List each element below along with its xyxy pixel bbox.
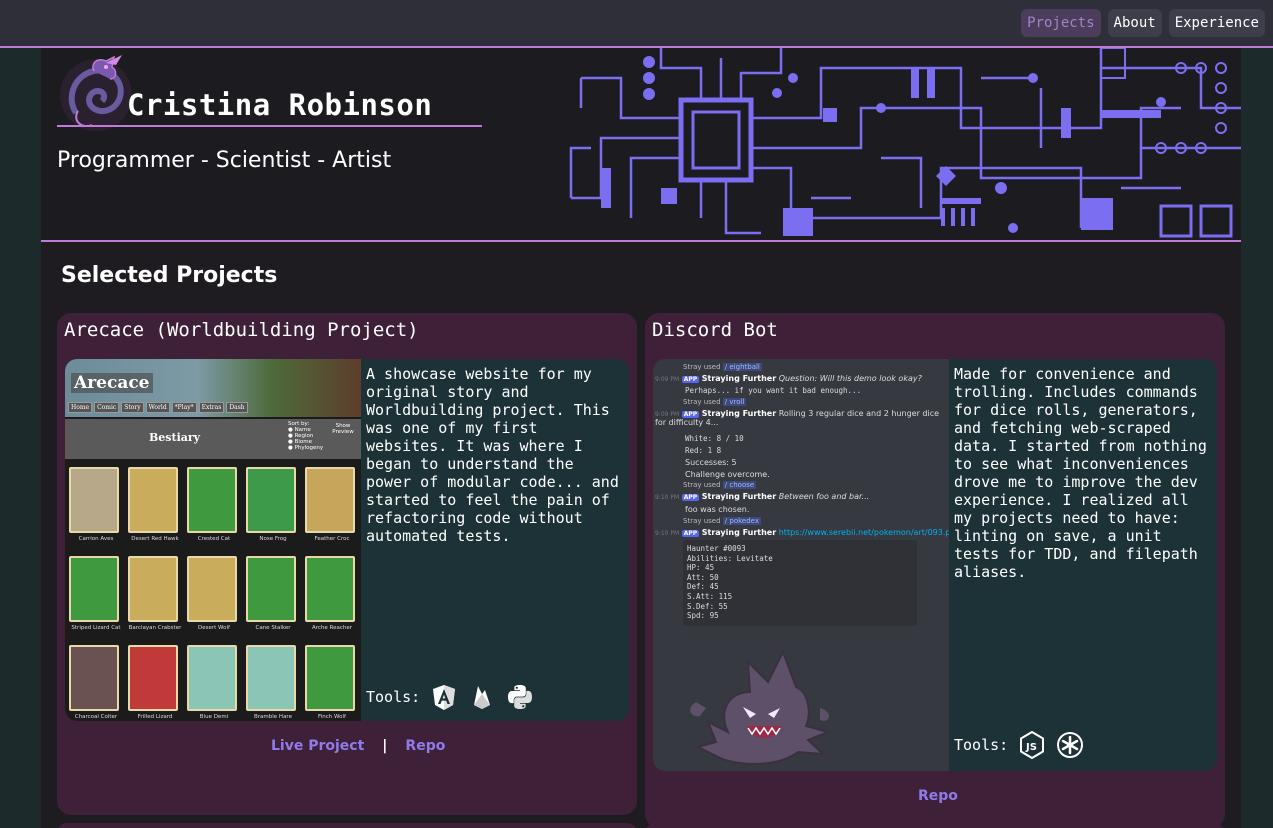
screenshot-menu-item: *Play* (171, 402, 197, 413)
creature-name: Arche Reacher (311, 625, 353, 631)
creature-card: Crested Cat (187, 467, 237, 542)
discord-message: 9:09 PM APP Straying Further Rolling 3 r… (655, 409, 940, 427)
creature-name: Cane Stalker (255, 625, 291, 631)
screenshot-menu-item: Dash (226, 402, 248, 413)
screenshot-heading: Bestiary (149, 431, 201, 444)
creature-card: Nose Frog (246, 467, 296, 542)
discord-message: 9:10 PM APP Straying Further Between foo… (655, 492, 870, 501)
screenshot-menu-item: Comic (94, 402, 120, 413)
creature-name: Finch Wolf (318, 714, 346, 720)
creature-name: Nose Frog (259, 536, 287, 542)
discord-message-line: Perhaps... if you want it bad enough... (685, 386, 862, 395)
discord-message: 9:09 PM APP Straying Further Question: W… (655, 374, 922, 383)
creature-card: Feather Croc (305, 467, 355, 542)
code-lines: Haunter #0093 Abilities: Levitate HP: 45… (687, 544, 773, 621)
nodejs-icon: JS (1020, 731, 1045, 759)
creature-name: Bramble Hare (254, 714, 292, 720)
nav-about[interactable]: About (1107, 9, 1162, 37)
creature-card: Blue Demi (187, 645, 237, 720)
creature-card: Desert Wolf (187, 556, 237, 631)
project-screenshot: Stray used / eightball 9:09 PM APP Stray… (653, 359, 949, 771)
live-project-link[interactable]: Live Project (271, 738, 364, 754)
angular-icon (433, 685, 456, 710)
creature-card: Carrion Aves (69, 467, 119, 542)
jest-icon (1057, 732, 1084, 758)
project-title: Arecace (Worldbuilding Project) (64, 319, 419, 341)
creature-card: Cane Stalker (246, 556, 296, 631)
screenshot-menu-item: Extras (198, 402, 225, 413)
screenshot-menu-item: Home (68, 402, 93, 413)
python-icon (508, 685, 533, 709)
nav-experience[interactable]: Experience (1168, 9, 1265, 37)
screenshot-sort-options: Sort by: ● Name ● Region ● Biome ● Phylo… (288, 421, 324, 451)
main-content: Cristina Robinson Programmer - Scientist… (41, 48, 1241, 828)
creature-name: Charcoal Colter (74, 714, 118, 720)
project-body: Arecace Home Comic Story World *Play* Ex… (65, 359, 629, 721)
project-body: Stray used / eightball 9:09 PM APP Stray… (653, 359, 1217, 771)
screenshot-menu: Home Comic Story World *Play* Extras Das… (68, 402, 248, 413)
link-separator: | (382, 738, 388, 754)
nav-projects[interactable]: Projects (1021, 9, 1101, 37)
project-links: Repo (918, 788, 958, 804)
creature-name: Desert Wolf (198, 625, 230, 631)
repo-link[interactable]: Repo (918, 788, 958, 804)
discord-message: 9:10 PM APP Straying Further https://www… (655, 528, 949, 537)
tagline: Programmer - Scientist - Artist (57, 148, 392, 173)
project-description: A showcase website for my original story… (366, 365, 619, 545)
creature-name: Desert Red Hawk (131, 536, 179, 542)
creature-name: Carrion Aves (78, 536, 114, 542)
project-card-arecace: Arecace (Worldbuilding Project) Arecace … (57, 313, 637, 815)
creature-card: Desert Red Hawk (128, 467, 179, 542)
tools-row: Tools: JS (954, 731, 1084, 759)
screenshot-menu-item: Story (121, 402, 144, 413)
discord-message-line: White: 8 / 10 (685, 434, 744, 443)
discord-message-line: Red: 1 8 (685, 446, 722, 455)
name-underline (57, 125, 482, 127)
svg-text:JS: JS (1025, 742, 1037, 753)
discord-command: Stray used / vroll (683, 398, 747, 406)
repo-link[interactable]: Repo (405, 738, 445, 754)
top-nav: Projects About Experience (0, 0, 1273, 48)
discord-message-line: Challenge overcome. (685, 470, 770, 479)
tools-label: Tools: (954, 736, 1009, 754)
creature-card: Finch Wolf (305, 645, 355, 720)
tools-label: Tools: (366, 688, 421, 706)
creature-name: Crested Cat (197, 536, 231, 542)
creature-card: Striped Lizard Cat (69, 556, 121, 631)
creature-card: Charcoal Colter (69, 645, 119, 720)
discord-code-block: Haunter #0093 Abilities: Levitate HP: 45… (683, 540, 917, 626)
creature-name: Barclayan Crabster (128, 625, 182, 631)
project-title: Discord Bot (652, 319, 778, 341)
tools-row: Tools: (366, 683, 534, 711)
site-owner-name: Cristina Robinson (127, 88, 433, 122)
project-screenshot: Arecace Home Comic Story World *Play* Ex… (65, 359, 361, 721)
creature-name: Striped Lizard Cat (71, 625, 121, 631)
discord-command: Stray used / choose (683, 481, 757, 489)
project-links: Live Project | Repo (271, 738, 445, 754)
screenshot-show-preview: Show Preview (332, 423, 354, 435)
discord-command: Stray used / pokedex (683, 517, 761, 525)
haunter-pokemon-image (690, 649, 832, 765)
creature-name: Blue Demi (199, 714, 229, 720)
project-card-next (645, 823, 1225, 828)
creature-card: Arche Reacher (305, 556, 355, 631)
creature-card: Frilled Lizard (128, 645, 178, 720)
page-header: Cristina Robinson Programmer - Scientist… (41, 48, 1241, 242)
section-title: Selected Projects (61, 263, 278, 288)
creature-name: Frilled Lizard (137, 714, 173, 720)
screenshot-site-title: Arecace (71, 373, 153, 393)
project-description: Made for convenience and trolling. Inclu… (954, 365, 1207, 581)
creature-card: Bramble Hare (246, 645, 296, 720)
circuit-board-illustration (569, 48, 1241, 238)
creature-card: Barclayan Crabster (128, 556, 181, 631)
discord-message-line: foo was chosen. (685, 505, 750, 514)
creature-name: Feather Croc (314, 536, 350, 542)
discord-command: Stray used / eightball (683, 363, 762, 371)
dragon-logo-icon (60, 55, 132, 131)
firebase-icon (474, 686, 491, 709)
project-card-next (57, 823, 637, 828)
project-card-discord-bot: Discord Bot Stray used / eightball 9:09 … (645, 313, 1225, 828)
discord-message-line: Successes: 5 (685, 458, 737, 467)
screenshot-menu-item: World (145, 402, 170, 413)
